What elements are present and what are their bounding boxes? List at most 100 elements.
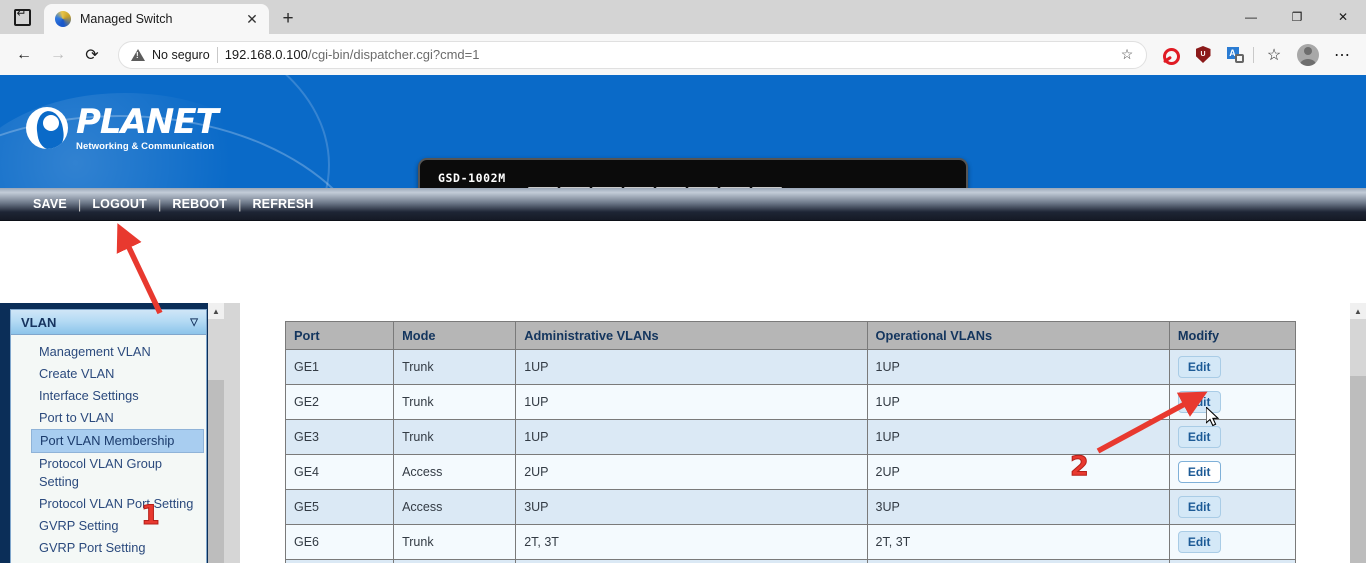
cell-modify: Edit xyxy=(1168,384,1297,420)
sidebar-item-list: Management VLAN Create VLAN Interface Sett… xyxy=(11,335,206,563)
edit-button-ge3[interactable]: Edit xyxy=(1177,426,1221,448)
table-body: GE1 Trunk 1UP 1UP Edit GE2 Trunk 1UP 1UP Edit GE3 T… xyxy=(284,349,1297,563)
cell-admin: 2T, 3T xyxy=(515,524,868,560)
table-header-row: Port Mode Administrative VLANs Operational … xyxy=(284,321,1297,350)
nav-item-save[interactable]: SAVE xyxy=(22,197,78,211)
rj45-port-2[interactable]: 2 xyxy=(560,187,590,188)
cell-admin: 1UP xyxy=(515,419,868,455)
edit-button-ge5[interactable]: Edit xyxy=(1177,496,1221,518)
annotation-marker-1: 1 xyxy=(141,500,161,532)
sidebar-item-gvrp-port-setting[interactable]: GVRP Port Setting xyxy=(11,537,206,559)
minimize-button[interactable]: — xyxy=(1228,0,1274,34)
url-host: 192.168.0.100 xyxy=(224,47,308,62)
rj45-port-body xyxy=(720,187,750,188)
close-window-button[interactable]: ✕ xyxy=(1320,0,1366,34)
brand-tagline: Networking & Communication xyxy=(76,141,215,152)
sidebar-scrollbar[interactable]: ▲ xyxy=(208,303,224,563)
sidebar-item-management-vlan[interactable]: Management VLAN xyxy=(11,341,206,363)
omnibox-divider xyxy=(216,46,218,63)
content-scrollbar[interactable]: ▲ xyxy=(1350,303,1366,563)
edit-button-ge1[interactable]: Edit xyxy=(1177,356,1221,378)
address-bar[interactable]: No seguro 192.168.0.100/cgi-bin/dispatch… xyxy=(118,40,1147,69)
cell-admin: 1UP xyxy=(515,384,868,420)
rj45-port-8[interactable]: 8 xyxy=(752,187,782,188)
planet-header-banner: PLANET Networking & Communication GSD-10… xyxy=(0,75,1366,188)
cell-admin: 3UP xyxy=(515,489,868,525)
table-row: GE7Access4UP4UPEdit xyxy=(284,559,1297,563)
sidebar-item-create-vlan[interactable]: Create VLAN xyxy=(11,363,206,385)
cell-port: GE1 xyxy=(284,349,395,385)
rj45-port-6[interactable]: 6 xyxy=(688,187,718,188)
sidebar-menu: VLAN ▽ Management VLAN Create VLAN Interfa… xyxy=(10,309,207,563)
security-label: No seguro xyxy=(152,47,210,62)
rj45-port-7[interactable]: 7 xyxy=(720,187,750,188)
table-row: GE3 Trunk 1UP 1UP Edit xyxy=(284,419,1297,455)
shield-extension-icon[interactable]: U xyxy=(1189,41,1217,69)
sidebar-scroll-thumb[interactable] xyxy=(208,380,224,563)
rj45-port-4[interactable]: 4 xyxy=(624,187,654,188)
edit-button-ge6[interactable]: Edit xyxy=(1177,531,1221,553)
sidebar-item-port-vlan-membership[interactable]: Port VLAN Membership xyxy=(31,429,204,453)
new-tab-button[interactable]: + xyxy=(273,4,303,34)
content-scroll-up-icon[interactable]: ▲ xyxy=(1350,303,1366,319)
rj45-port-1[interactable]: 1 xyxy=(528,187,558,188)
cell-mode: Trunk xyxy=(393,384,517,420)
annotation-marker-2: 2 xyxy=(1070,451,1090,483)
translate-extension-icon[interactable]: A xyxy=(1221,41,1249,69)
rj45-port-group: 12345678 xyxy=(528,187,782,188)
browser-toolbar: ← → ⟳ No seguro 192.168.0.100/cgi-bin/di… xyxy=(0,34,1366,75)
nav-item-reboot[interactable]: REBOOT xyxy=(161,197,238,211)
sidebar-group-vlan[interactable]: VLAN ▽ xyxy=(11,310,206,335)
nav-item-refresh[interactable]: REFRESH xyxy=(241,197,324,211)
rj45-port-body xyxy=(688,187,718,188)
adblock-extension-icon[interactable] xyxy=(1157,41,1185,69)
profile-avatar[interactable] xyxy=(1294,41,1322,69)
sidebar-item-protocol-vlan-port-setting[interactable]: Protocol VLAN Port Setting xyxy=(11,493,206,515)
content-scroll-thumb[interactable] xyxy=(1350,376,1366,563)
browser-titlebar: Managed Switch ✕ + — ❐ ✕ xyxy=(0,0,1366,34)
rj45-port-3[interactable]: 3 xyxy=(592,187,622,188)
frame-gutter xyxy=(224,303,240,563)
cell-modify: Edit xyxy=(1168,454,1297,490)
sidebar-group-label: VLAN xyxy=(21,314,57,330)
rj45-port-body xyxy=(752,187,782,188)
cell-port: GE5 xyxy=(284,489,395,525)
cell-mode: Trunk xyxy=(393,349,517,385)
sidebar-item-interface-settings[interactable]: Interface Settings xyxy=(11,385,206,407)
back-icon[interactable]: ← xyxy=(8,39,40,71)
cell-modify: Edit xyxy=(1168,489,1297,525)
more-options-icon[interactable]: ⋯ xyxy=(1326,39,1358,71)
nav-item-logout[interactable]: LOGOUT xyxy=(81,197,158,211)
rj45-port-body xyxy=(624,187,654,188)
rj45-port-body xyxy=(528,187,558,188)
cell-oper: 1UP xyxy=(866,419,1170,455)
sidebar-item-gvrp-vlan[interactable]: GVRP VLAN xyxy=(11,559,206,563)
page-body: VLAN ▽ Management VLAN Create VLAN Interfa… xyxy=(0,303,1366,563)
browser-tab[interactable]: Managed Switch ✕ xyxy=(44,4,269,34)
cell-oper: 3UP xyxy=(866,489,1170,525)
cell-mode: Trunk xyxy=(393,524,517,560)
forward-icon[interactable]: → xyxy=(42,39,74,71)
toolbar-extensions: U A ☆ ⋯ xyxy=(1157,39,1358,71)
sidebar-item-port-to-vlan[interactable]: Port to VLAN xyxy=(11,407,206,429)
column-header-modify: Modify xyxy=(1168,321,1297,350)
rj45-port-5[interactable]: 5 xyxy=(656,187,686,188)
tab-close-icon[interactable]: ✕ xyxy=(241,8,263,30)
favorites-icon[interactable]: ☆ xyxy=(1258,39,1290,71)
app-menu-icon[interactable] xyxy=(0,0,44,34)
sidebar-item-protocol-vlan-group-setting[interactable]: Protocol VLAN Group Setting xyxy=(11,453,206,493)
edit-button-ge4[interactable]: Edit xyxy=(1177,461,1221,483)
cell-mode: Access xyxy=(393,489,517,525)
sidebar-item-gvrp-setting[interactable]: GVRP Setting xyxy=(11,515,206,537)
top-action-bar: SAVE | LOGOUT | REBOOT | REFRESH xyxy=(0,188,1366,221)
maximize-button[interactable]: ❐ xyxy=(1274,0,1320,34)
reload-icon[interactable]: ⟳ xyxy=(76,39,108,71)
sidebar-scroll-up-icon[interactable]: ▲ xyxy=(208,303,224,319)
cell-port: GE4 xyxy=(284,454,395,490)
device-front-panel: GSD-1002M 12345678 910 xyxy=(418,158,968,188)
column-header-administrative-vlans: Administrative VLANs xyxy=(515,321,868,350)
cell-admin: 2UP xyxy=(515,454,868,490)
cell-mode: Access xyxy=(393,454,517,490)
column-header-operational-vlans: Operational VLANs xyxy=(866,321,1170,350)
add-favorite-icon[interactable]: ☆ xyxy=(1114,42,1140,68)
